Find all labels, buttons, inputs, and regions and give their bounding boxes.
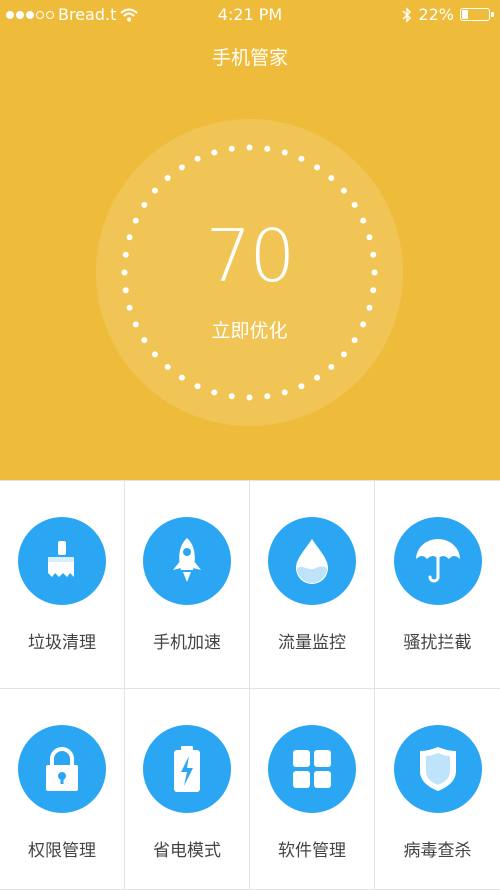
gauge-dot [152, 187, 159, 194]
gauge-dot [314, 164, 321, 171]
gauge-dot [314, 374, 321, 381]
tool-harassment-block[interactable]: 骚扰拦截 [375, 481, 500, 689]
gauge-dot [264, 145, 271, 152]
gauge-dot [298, 383, 305, 390]
gauge-dot [194, 383, 201, 390]
gauge-dot [164, 175, 171, 182]
gauge-dot [141, 201, 148, 208]
tool-software-manage[interactable]: 软件管理 [250, 689, 375, 890]
gauge-dot [298, 155, 305, 162]
gauge-dot [178, 164, 185, 171]
gauge-dot [340, 351, 347, 358]
shield-icon [393, 725, 482, 813]
gauge-dot [340, 187, 347, 194]
tool-label: 骚扰拦截 [403, 633, 472, 653]
battery-percent: 22% [418, 5, 454, 24]
gauge-dot [211, 389, 218, 396]
tool-label: 省电模式 [153, 841, 221, 861]
bluetooth-icon [402, 6, 412, 23]
tools-grid: 垃圾清理 手机加速 流量监控 骚扰拦截 权限管理 省电模式 软件管理 病毒查杀 [0, 480, 500, 890]
tool-permission-manage[interactable]: 权限管理 [0, 689, 125, 890]
gauge-dot [211, 149, 218, 156]
gauge-dot [228, 145, 235, 152]
tool-phone-boost[interactable]: 手机加速 [125, 481, 250, 689]
tool-label: 病毒查杀 [403, 841, 472, 861]
status-right: 22% [402, 5, 494, 24]
gauge-dot [228, 393, 235, 400]
score-gauge[interactable]: 70 立即优化 [96, 119, 403, 426]
tool-power-saving[interactable]: 省电模式 [125, 689, 250, 890]
app-grid-icon [268, 725, 356, 813]
page-title: 手机管家 [211, 47, 288, 69]
gauge-dot [281, 389, 288, 396]
optimize-now-button[interactable]: 立即优化 [96, 316, 403, 343]
lock-icon [18, 725, 106, 813]
gauge-dot [178, 374, 185, 381]
water-drop-icon [268, 517, 356, 605]
gauge-dot [126, 304, 133, 311]
gauge-dot [264, 393, 271, 400]
tool-virus-scan[interactable]: 病毒查杀 [375, 689, 500, 890]
tool-label: 权限管理 [28, 841, 96, 861]
battery-level [462, 10, 469, 19]
gauge-dot [194, 155, 201, 162]
gauge-dot [246, 144, 253, 151]
gauge-dot [328, 175, 335, 182]
gauge-dot [328, 363, 335, 370]
score-value: 70 [205, 214, 296, 298]
broom-icon [18, 517, 106, 605]
gauge-dot [246, 394, 253, 401]
battery-icon [460, 8, 494, 21]
gauge-dot [366, 304, 373, 311]
tool-label: 手机加速 [153, 633, 221, 653]
gauge-dot [351, 201, 358, 208]
tool-junk-cleanup[interactable]: 垃圾清理 [0, 481, 125, 689]
rocket-icon [143, 517, 231, 605]
hero-header: Bread.t 4:21 PM 22% 手机管家 70 立即优化 [0, 0, 500, 480]
tool-traffic-monitor[interactable]: 流量监控 [250, 481, 375, 689]
tool-label: 垃圾清理 [28, 633, 96, 653]
gauge-dot [152, 351, 159, 358]
tool-label: 流量监控 [278, 633, 346, 653]
umbrella-icon [393, 517, 482, 605]
gauge-dot [164, 363, 171, 370]
gauge-dot [281, 149, 288, 156]
tool-label: 软件管理 [278, 841, 346, 861]
status-bar: Bread.t 4:21 PM 22% [0, 0, 500, 30]
battery-bolt-icon [143, 725, 231, 813]
